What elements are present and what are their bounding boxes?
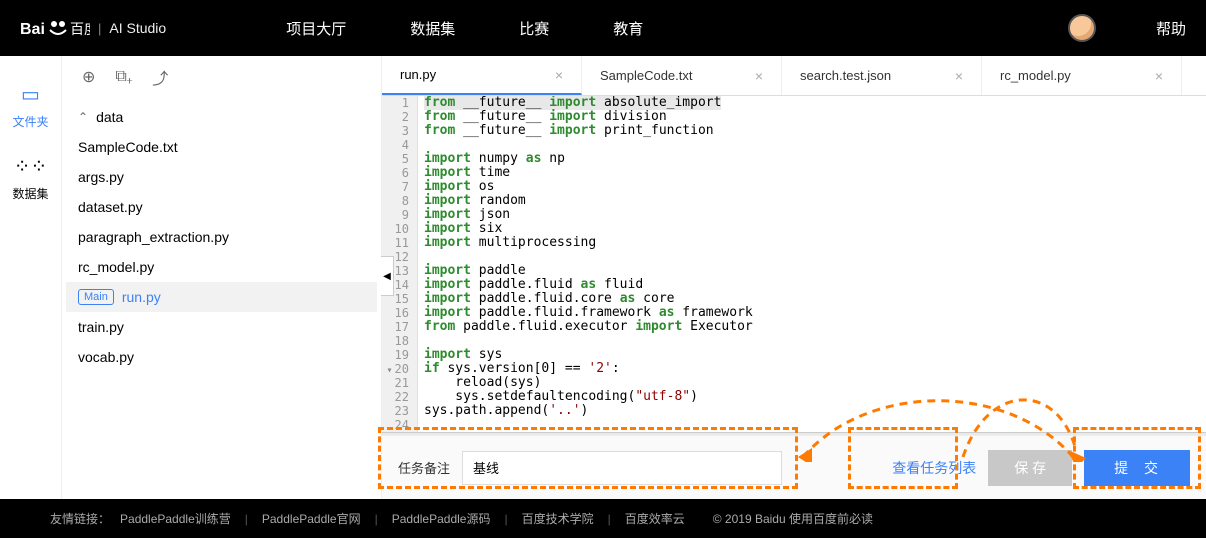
code-editor[interactable]: 1from __future__ import absolute_import2… xyxy=(382,96,1206,435)
tree-file[interactable]: vocab.py xyxy=(66,342,377,372)
footer: 友情链接： PaddlePaddle训练营| PaddlePaddle官网| P… xyxy=(0,499,1206,538)
new-folder-icon[interactable]: ⧉₊ xyxy=(115,68,132,86)
tree-file[interactable]: dataset.py xyxy=(66,192,377,222)
nav-projects[interactable]: 项目大厅 xyxy=(286,18,346,39)
nav-education[interactable]: 教育 xyxy=(613,18,643,39)
folder-icon: ▭ xyxy=(21,82,40,107)
side-rail: ▭ 文件夹 ⁘⁘ 数据集 xyxy=(0,56,62,499)
footer-link[interactable]: 百度效率云 xyxy=(625,510,685,527)
tab-rcmodel[interactable]: rc_model.py× xyxy=(982,56,1182,95)
code-line: 5import numpy as np xyxy=(382,152,1206,166)
new-file-icon[interactable]: ⊕ xyxy=(82,67,95,87)
tree-file-active[interactable]: Mainrun.py xyxy=(66,282,377,312)
upload-icon[interactable]: ⤴ xyxy=(152,65,168,89)
svg-text:百度: 百度 xyxy=(70,21,90,37)
view-tasks-link[interactable]: 查看任务列表 xyxy=(892,458,976,478)
tab-search-json[interactable]: search.test.json× xyxy=(782,56,982,95)
logo[interactable]: Bai百度 | AI Studio xyxy=(20,16,166,40)
code-line: 18 xyxy=(382,334,1206,348)
code-line: 1from __future__ import absolute_import xyxy=(382,96,1206,110)
tree-file[interactable]: args.py xyxy=(66,162,377,192)
code-line: 8import random xyxy=(382,194,1206,208)
editor-area: ◀ run.py× SampleCode.txt× search.test.js… xyxy=(382,56,1206,499)
code-line: ▾20if sys.version[0] == '2': xyxy=(382,362,1206,376)
save-button[interactable]: 保 存 xyxy=(988,450,1072,486)
code-line: 22 sys.setdefaultencoding("utf-8") xyxy=(382,390,1206,404)
tree-folder-data[interactable]: data xyxy=(66,102,377,132)
top-nav-bar: Bai百度 | AI Studio 项目大厅 数据集 比赛 教育 帮助 xyxy=(0,0,1206,56)
code-line: 19import sys xyxy=(382,348,1206,362)
rail-files[interactable]: ▭ 文件夹 xyxy=(12,82,48,130)
code-line: 21 reload(sys) xyxy=(382,376,1206,390)
code-line: 4 xyxy=(382,138,1206,152)
help-link[interactable]: 帮助 xyxy=(1156,18,1186,39)
code-line: 10import six xyxy=(382,222,1206,236)
code-line: 24 xyxy=(382,418,1206,432)
tree-file[interactable]: rc_model.py xyxy=(66,252,377,282)
nav-links: 项目大厅 数据集 比赛 教育 xyxy=(286,18,643,39)
footer-link[interactable]: 百度技术学院 xyxy=(522,510,594,527)
nav-competitions[interactable]: 比赛 xyxy=(519,18,549,39)
file-toolbar: ⊕ ⧉₊ ⤴ xyxy=(62,56,381,98)
tab-samplecode[interactable]: SampleCode.txt× xyxy=(582,56,782,95)
baidu-logo-icon: Bai 百度 xyxy=(20,16,90,40)
code-line: 15import paddle.fluid.core as core xyxy=(382,292,1206,306)
code-line: 13import paddle xyxy=(382,264,1206,278)
footer-link[interactable]: PaddlePaddle官网 xyxy=(262,510,361,527)
editor-tabs: run.py× SampleCode.txt× search.test.json… xyxy=(382,56,1206,96)
code-line: 7import os xyxy=(382,180,1206,194)
remark-input[interactable] xyxy=(462,451,782,485)
code-line: 16import paddle.fluid.framework as frame… xyxy=(382,306,1206,320)
code-line: 6import time xyxy=(382,166,1206,180)
main-badge: Main xyxy=(78,289,114,305)
code-line: 9import json xyxy=(382,208,1206,222)
submit-button[interactable]: 提 交 xyxy=(1084,450,1190,486)
rail-datasets[interactable]: ⁘⁘ 数据集 xyxy=(12,154,48,202)
code-line: 12 xyxy=(382,250,1206,264)
code-line: 3from __future__ import print_function xyxy=(382,124,1206,138)
file-panel: ⊕ ⧉₊ ⤴ data SampleCode.txt args.py datas… xyxy=(62,56,382,499)
avatar[interactable] xyxy=(1068,14,1096,42)
code-line: 2from __future__ import division xyxy=(382,110,1206,124)
footer-link[interactable]: PaddlePaddle源码 xyxy=(392,510,491,527)
close-icon[interactable]: × xyxy=(755,68,763,84)
grid-icon: ⁘⁘ xyxy=(14,154,48,179)
footer-link[interactable]: PaddlePaddle训练营 xyxy=(120,510,231,527)
tree-file[interactable]: SampleCode.txt xyxy=(66,132,377,162)
copyright: © 2019 Baidu 使用百度前必读 xyxy=(713,510,873,527)
tree-file[interactable]: train.py xyxy=(66,312,377,342)
code-line: 14import paddle.fluid as fluid xyxy=(382,278,1206,292)
rail-files-label: 文件夹 xyxy=(12,113,48,130)
close-icon[interactable]: × xyxy=(1155,68,1163,84)
tab-run-py[interactable]: run.py× xyxy=(382,56,582,95)
rail-datasets-label: 数据集 xyxy=(12,185,48,202)
file-tree: data SampleCode.txt args.py dataset.py p… xyxy=(62,98,381,376)
task-bar: 任务备注 查看任务列表 保 存 提 交 xyxy=(382,435,1206,499)
remark-label: 任务备注 xyxy=(398,458,450,477)
svg-text:Bai: Bai xyxy=(20,21,45,38)
close-icon[interactable]: × xyxy=(555,67,563,83)
footer-label: 友情链接： xyxy=(50,510,110,527)
tree-file[interactable]: paragraph_extraction.py xyxy=(66,222,377,252)
nav-datasets[interactable]: 数据集 xyxy=(410,18,455,39)
close-icon[interactable]: × xyxy=(955,68,963,84)
code-line: 11import multiprocessing xyxy=(382,236,1206,250)
code-line: 17from paddle.fluid.executor import Exec… xyxy=(382,320,1206,334)
code-line: 23sys.path.append('..') xyxy=(382,404,1206,418)
product-name: AI Studio xyxy=(109,20,166,36)
collapse-panel-handle[interactable]: ◀ xyxy=(381,256,394,296)
